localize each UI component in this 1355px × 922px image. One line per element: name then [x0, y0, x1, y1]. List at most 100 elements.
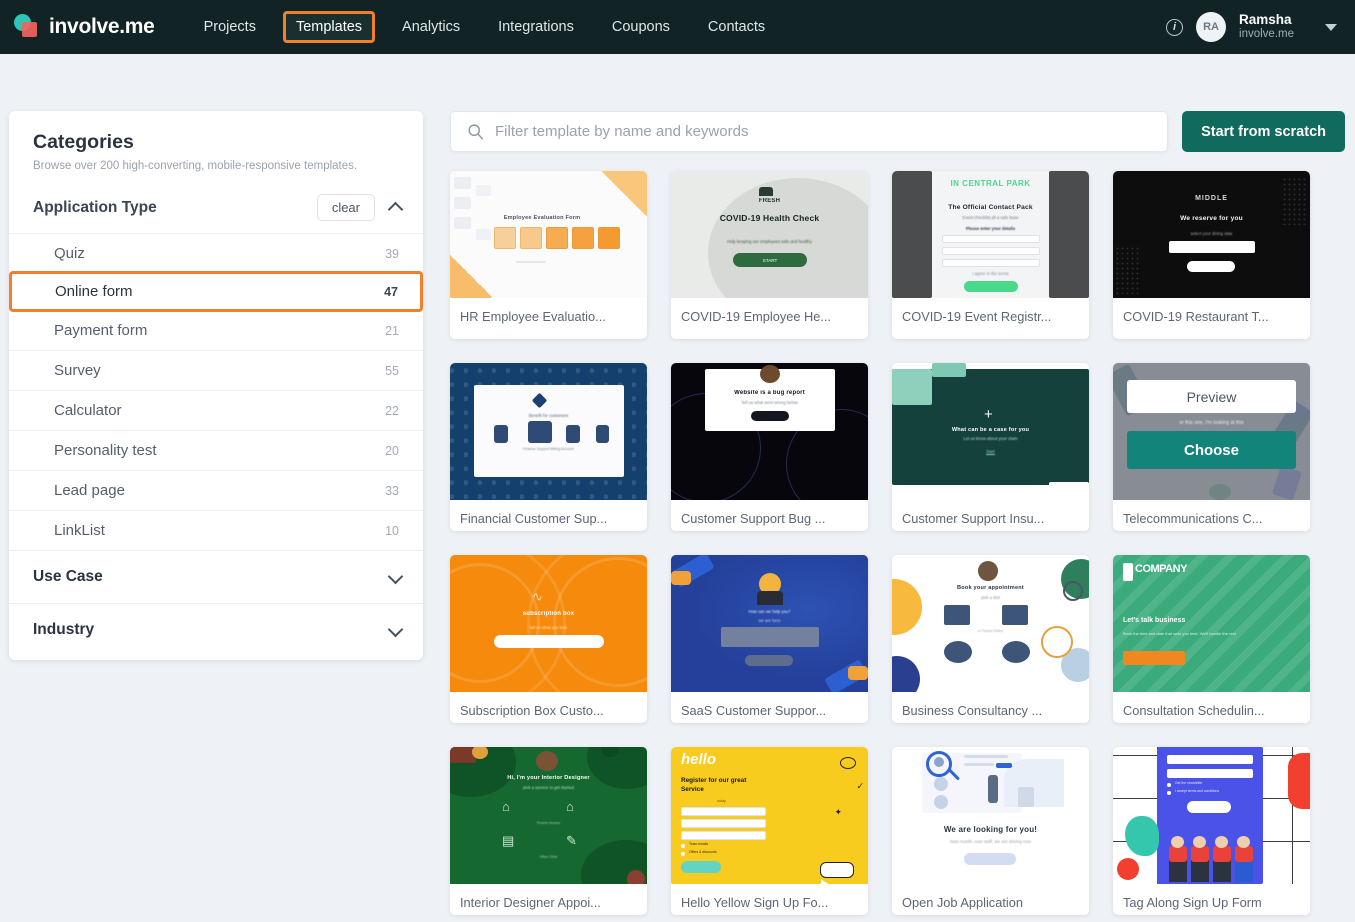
template-card[interactable]: Hi, I'm your Interior Designer pick a se…	[450, 747, 647, 915]
nav-item-integrations[interactable]: Integrations	[487, 12, 585, 42]
chevron-down-icon[interactable]	[389, 623, 403, 637]
user-org: involve.me	[1239, 28, 1294, 41]
clear-filters-button[interactable]: clear	[316, 194, 375, 221]
template-card[interactable]: MIDDLE We reserve for you select your di…	[1113, 171, 1310, 339]
template-card[interactable]: Employee Evaluation Form HR Employee Eva…	[450, 171, 647, 339]
template-thumbnail: Preview or this one, I'm looking at this…	[1113, 363, 1310, 500]
search-box[interactable]	[450, 111, 1169, 152]
template-thumbnail: Website is a bug report Tell us what wen…	[671, 363, 868, 500]
thumb-heading: What can be a case for you	[951, 427, 1030, 433]
sidebar-item-count: 33	[385, 483, 399, 498]
choose-button[interactable]: Choose	[1127, 431, 1296, 469]
group-header-application-type[interactable]: Application Type clear	[9, 172, 423, 233]
thumb-brand: COMPANY	[1135, 563, 1187, 575]
sidebar-subtitle: Browse over 200 high-converting, mobile-…	[33, 160, 358, 172]
template-card[interactable]: Benefit for customers Finance Support Bi…	[450, 363, 647, 531]
thumb-heading: Register for our great Service	[681, 777, 747, 793]
group-title-application-type: Application Type	[33, 198, 157, 216]
template-card[interactable]: Get the newsletter I accept terms and co…	[1113, 747, 1310, 915]
template-title: Financial Customer Sup...	[460, 511, 608, 526]
template-thumbnail: + What can be a case for you Let us know…	[892, 363, 1089, 500]
search-input[interactable]	[495, 123, 1168, 140]
user-name: Ramsha	[1239, 12, 1292, 27]
template-card[interactable]: + What can be a case for you Let us know…	[892, 363, 1089, 531]
brand-logo[interactable]: involve.me	[14, 13, 155, 41]
template-card[interactable]: How can we help you? we are here SaaS Cu…	[671, 555, 868, 723]
primary-nav: Projects Templates Analytics Integration…	[185, 0, 785, 54]
sidebar-item-label: Survey	[54, 362, 101, 379]
template-thumbnail: COMPANY Let's talk business Book the tim…	[1113, 555, 1310, 692]
chevron-down-icon[interactable]	[1325, 23, 1337, 31]
template-card[interactable]: Website is a bug report Tell us what wen…	[671, 363, 868, 531]
chevron-down-icon[interactable]	[389, 570, 403, 584]
template-thumbnail: hello Register for our great Service tod…	[671, 747, 868, 884]
sidebar-item-survey[interactable]: Survey 55	[9, 350, 423, 390]
start-from-scratch-button[interactable]: Start from scratch	[1182, 111, 1345, 152]
thumb-heading: We reserve for you	[1180, 215, 1243, 222]
nav-right-cluster: i RA Ramsha involve.me	[1166, 0, 1341, 54]
sidebar-item-label: Calculator	[54, 402, 122, 419]
sidebar-item-count: 39	[385, 246, 399, 261]
template-card[interactable]: IN CENTRAL PARK The Official Contact Pac…	[892, 171, 1089, 339]
template-title: Tag Along Sign Up Form	[1123, 895, 1262, 910]
template-title: Open Job Application	[902, 895, 1023, 910]
thumb-button: START	[733, 253, 807, 267]
thumb-heading: Hi, I'm your Interior Designer	[507, 775, 590, 781]
page-body: Categories Browse over 200 high-converti…	[0, 54, 1355, 922]
sidebar-item-label: Lead page	[54, 482, 125, 499]
sidebar-item-label: LinkList	[54, 522, 105, 539]
template-title: COVID-19 Event Registr...	[902, 309, 1052, 324]
user-menu[interactable]: Ramsha involve.me	[1239, 12, 1294, 42]
sidebar-item-label: Quiz	[54, 245, 85, 262]
info-icon[interactable]: i	[1166, 18, 1184, 36]
template-card[interactable]: We are looking for you! New month, new s…	[892, 747, 1089, 915]
sidebar-item-label: Payment form	[54, 322, 148, 339]
template-title: SaaS Customer Suppor...	[681, 703, 827, 718]
preview-button[interactable]: Preview	[1127, 380, 1296, 413]
template-thumbnail: We are looking for you! New month, new s…	[892, 747, 1089, 884]
sidebar-item-payment-form[interactable]: Payment form 21	[9, 310, 423, 350]
template-card-hovered[interactable]: Preview or this one, I'm looking at this…	[1113, 363, 1310, 531]
sidebar-item-count: 21	[385, 323, 399, 338]
thumb-heading: The Official Contact Pack	[948, 204, 1033, 211]
nav-item-analytics[interactable]: Analytics	[391, 12, 471, 42]
sidebar-item-count: 47	[384, 284, 398, 299]
sidebar-item-lead-page[interactable]: Lead page 33	[9, 470, 423, 510]
templates-main: Start from scratch Employee Evaluation F…	[450, 111, 1345, 915]
thumb-brand: MIDDLE	[1195, 195, 1228, 202]
group-header-industry[interactable]: Industry	[9, 603, 423, 656]
sidebar-item-count: 55	[385, 363, 399, 378]
template-title: COVID-19 Employee He...	[681, 309, 832, 324]
template-title: Consultation Schedulin...	[1123, 703, 1265, 718]
template-thumbnail: ∿ subscription box tell us what you love	[450, 555, 647, 692]
template-thumbnail: Benefit for customers Finance Support Bi…	[450, 363, 647, 500]
thumb-heading: Employee Evaluation Form	[503, 215, 581, 221]
thumb-subtext: New month, new staff, we are driving now	[949, 839, 1032, 844]
nav-item-coupons[interactable]: Coupons	[601, 12, 681, 42]
group-title-industry: Industry	[33, 621, 95, 638]
chevron-up-icon[interactable]	[389, 201, 403, 215]
sidebar-item-count: 22	[385, 403, 399, 418]
sidebar-item-calculator[interactable]: Calculator 22	[9, 390, 423, 430]
sidebar-item-count: 10	[385, 523, 399, 538]
template-thumbnail: Employee Evaluation Form	[450, 171, 647, 298]
categories-sidebar: Categories Browse over 200 high-converti…	[9, 111, 423, 660]
avatar[interactable]: RA	[1196, 12, 1227, 42]
template-card[interactable]: ∿ subscription box tell us what you love…	[450, 555, 647, 723]
template-thumbnail: FRESH COVID-19 Health Check Help keeping…	[671, 171, 868, 298]
template-card[interactable]: Book your appointment pick a slot In Per…	[892, 555, 1089, 723]
nav-item-templates[interactable]: Templates	[282, 11, 376, 43]
template-card[interactable]: COMPANY Let's talk business Book the tim…	[1113, 555, 1310, 723]
thumb-heading: subscription box	[522, 611, 575, 617]
nav-item-contacts[interactable]: Contacts	[697, 12, 776, 42]
group-header-use-case[interactable]: Use Case	[9, 550, 423, 603]
template-card[interactable]: hello Register for our great Service tod…	[671, 747, 868, 915]
template-title: Business Consultancy ...	[902, 703, 1043, 718]
sidebar-item-personality-test[interactable]: Personality test 20	[9, 430, 423, 470]
sidebar-item-quiz[interactable]: Quiz 39	[9, 233, 423, 273]
template-card[interactable]: FRESH COVID-19 Health Check Help keeping…	[671, 171, 868, 339]
nav-item-projects[interactable]: Projects	[193, 12, 267, 42]
sidebar-item-linklist[interactable]: LinkList 10	[9, 510, 423, 550]
sidebar-item-online-form[interactable]: Online form 47	[9, 271, 423, 312]
template-title: COVID-19 Restaurant T...	[1123, 309, 1269, 324]
